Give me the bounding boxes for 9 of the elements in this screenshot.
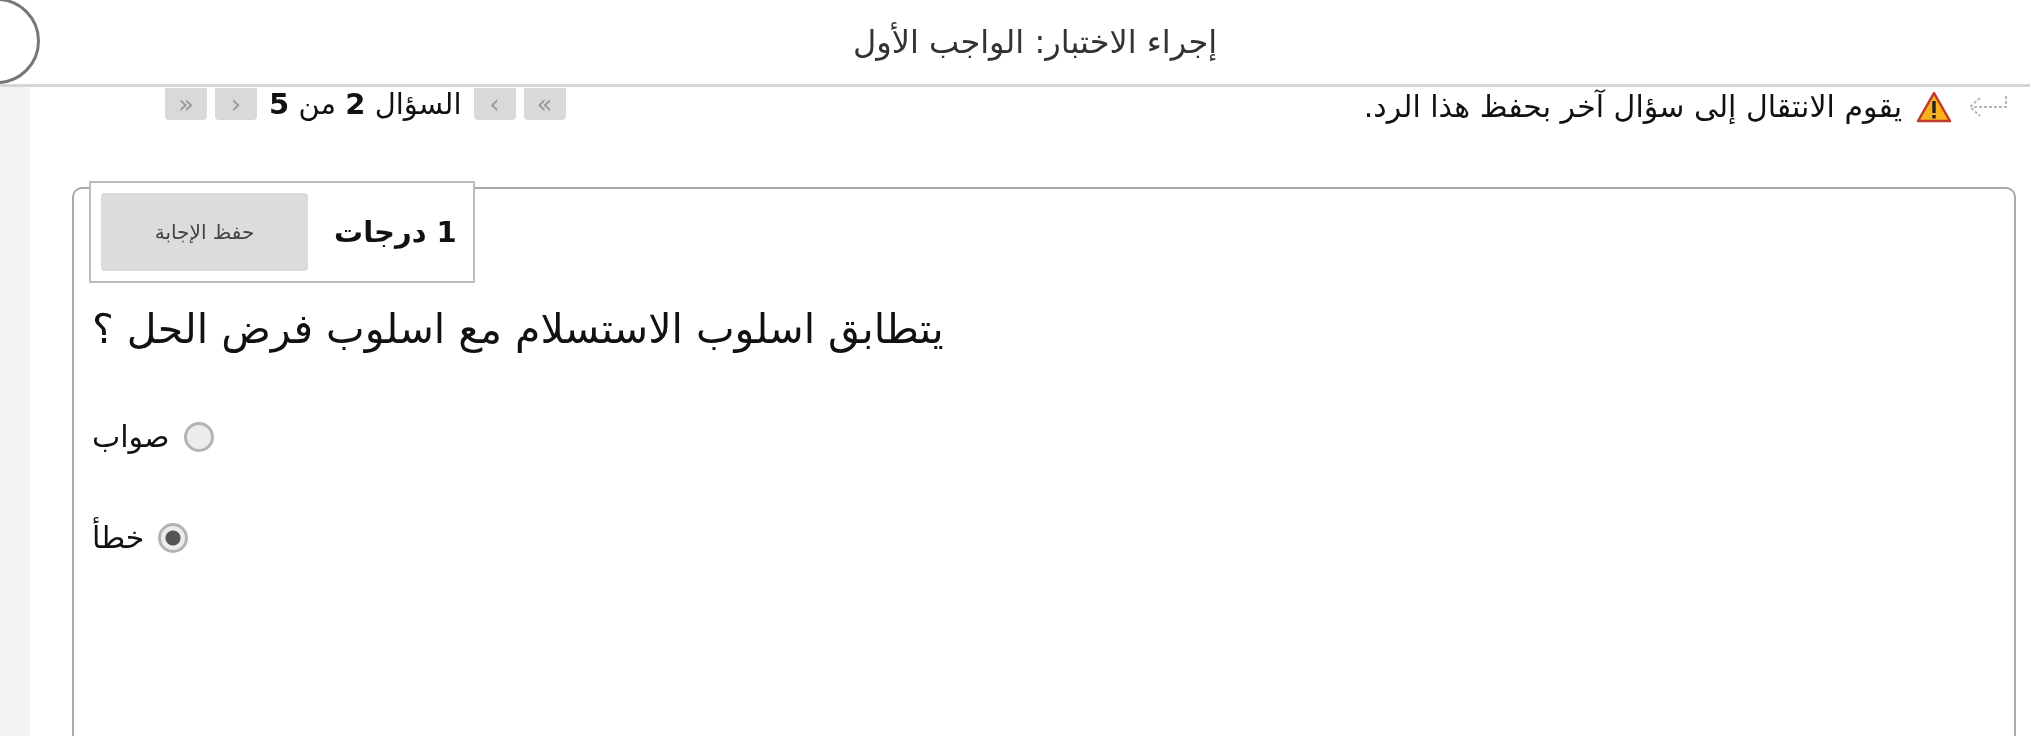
warning-icon (1916, 90, 1952, 123)
page-title: إجراء الاختبار: الواجب الأول (852, 23, 1218, 61)
points-label: 1 درجات (334, 215, 457, 249)
save-answer-button[interactable]: حفظ الإجابة (101, 193, 308, 271)
option-label: صواب (92, 419, 170, 454)
radio-button[interactable] (158, 522, 189, 553)
radio-button[interactable] (183, 421, 214, 452)
question-text: يتطابق اسلوب الاستسلام مع اسلوب فرض الحل ؟ (92, 305, 944, 353)
notice-text: يقوم الانتقال إلى سؤال آخر بحفظ هذا الرد. (1363, 89, 1902, 124)
